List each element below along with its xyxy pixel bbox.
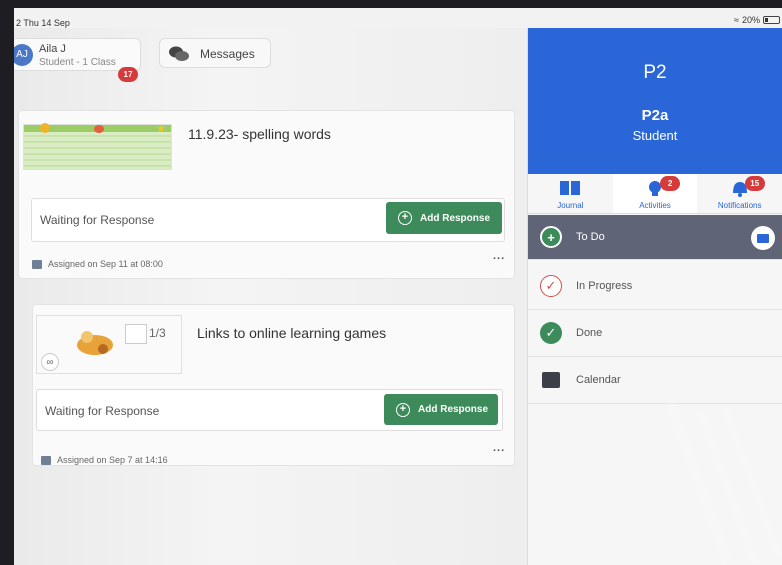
user-name: Aila J bbox=[39, 43, 66, 55]
star-icon: ★ bbox=[156, 123, 166, 135]
tab-journal-label: Journal bbox=[557, 201, 584, 210]
messages-button[interactable]: Messages bbox=[159, 38, 271, 68]
feed-top-bar: AJ Aila J Student - 1 Class 17 Messages bbox=[14, 28, 527, 82]
plus-circle-icon: + bbox=[540, 226, 562, 248]
add-response-button[interactable]: + Add Response bbox=[384, 394, 498, 425]
book-icon bbox=[560, 181, 581, 195]
response-row: Waiting for Response + Add Response bbox=[31, 198, 505, 242]
status-right: ≈ 20% bbox=[734, 15, 780, 25]
menu-item-todo[interactable]: + To Do bbox=[528, 215, 782, 260]
class-tab-bar: Journal 2 Activities 15 Notifications bbox=[528, 174, 782, 214]
assigned-text: Assigned on Sep 11 at 08:00 bbox=[48, 259, 163, 269]
status-bar: 2 Thu 14 Sep ≈ 20% bbox=[14, 8, 782, 28]
class-role: Student bbox=[632, 128, 678, 143]
calendar-icon bbox=[542, 372, 560, 388]
assigned-date: Assigned on Sep 11 at 08:00 bbox=[32, 259, 163, 269]
class-header: P2 P2a Student bbox=[528, 28, 782, 174]
folder-icon[interactable] bbox=[751, 226, 775, 250]
plus-icon: + bbox=[398, 211, 412, 225]
more-options-button[interactable]: ... bbox=[493, 442, 505, 454]
activities-badge: 2 bbox=[660, 176, 681, 191]
add-response-label: Add Response bbox=[420, 212, 491, 224]
user-notification-badge: 17 bbox=[118, 67, 138, 82]
response-row: Waiting for Response + Add Response bbox=[36, 389, 503, 431]
activity-title[interactable]: Links to online learning games bbox=[197, 325, 386, 341]
class-name: P2a bbox=[641, 107, 669, 124]
thumbnail-counter: 1/3 bbox=[149, 326, 166, 340]
menu-item-label: To Do bbox=[576, 231, 605, 243]
class-panel: P2 P2a Student Journal 2 Activities 15 N… bbox=[527, 28, 782, 565]
menu-item-label: Done bbox=[576, 327, 603, 339]
chat-bubbles-icon bbox=[169, 46, 189, 61]
check-outline-icon: ✓ bbox=[540, 275, 562, 297]
tab-activities-label: Activities bbox=[639, 201, 671, 210]
spelling-worksheet-thumbnail[interactable]: ★ bbox=[23, 123, 172, 170]
menu-item-label: Calendar bbox=[576, 374, 621, 386]
calendar-icon bbox=[41, 455, 51, 465]
app-screen: 2 Thu 14 Sep ≈ 20% AJ Aila J Student - 1… bbox=[14, 8, 782, 565]
menu-item-calendar[interactable]: Calendar bbox=[528, 357, 782, 404]
response-status: Waiting for Response bbox=[45, 404, 160, 418]
messages-label: Messages bbox=[200, 47, 255, 61]
add-response-button[interactable]: + Add Response bbox=[386, 202, 502, 234]
assigned-date: Assigned on Sep 7 at 14:16 bbox=[41, 455, 168, 465]
apple-icon bbox=[94, 125, 104, 133]
battery-icon bbox=[763, 16, 780, 24]
activity-title[interactable]: 11.9.23- spelling words bbox=[188, 126, 331, 142]
status-time: 2 Thu 14 Sep bbox=[16, 18, 70, 28]
activity-card[interactable]: 1/3 ∞ Links to online learning games Wai… bbox=[32, 304, 515, 466]
tab-activities[interactable]: 2 Activities bbox=[612, 174, 698, 213]
tab-notifications[interactable]: 15 Notifications bbox=[697, 174, 782, 213]
games-link-thumbnail[interactable]: 1/3 ∞ bbox=[36, 315, 182, 374]
menu-item-label: In Progress bbox=[576, 280, 633, 292]
check-filled-icon: ✓ bbox=[540, 322, 562, 344]
more-options-button[interactable]: ... bbox=[493, 250, 505, 262]
user-role: Student - 1 Class bbox=[39, 57, 116, 68]
link-page-preview bbox=[125, 324, 147, 344]
avatar: AJ bbox=[14, 44, 33, 66]
wifi-icon: ≈ bbox=[734, 15, 739, 25]
add-response-label: Add Response bbox=[418, 404, 489, 415]
calendar-icon bbox=[32, 259, 42, 269]
response-status: Waiting for Response bbox=[40, 213, 155, 227]
assigned-text: Assigned on Sep 7 at 14:16 bbox=[57, 455, 168, 465]
class-code: P2 bbox=[643, 62, 667, 83]
feed-pane: AJ Aila J Student - 1 Class 17 Messages … bbox=[14, 28, 527, 565]
user-switcher[interactable]: AJ Aila J Student - 1 Class 17 bbox=[14, 38, 141, 82]
activity-card[interactable]: ★ 11.9.23- spelling words Waiting for Re… bbox=[18, 110, 515, 279]
sun-icon bbox=[40, 123, 50, 133]
tab-journal[interactable]: Journal bbox=[528, 174, 613, 213]
menu-item-in-progress[interactable]: ✓ In Progress bbox=[528, 263, 782, 310]
link-icon[interactable]: ∞ bbox=[41, 353, 59, 371]
battery-level: 20% bbox=[741, 15, 760, 25]
cartoon-character-icon bbox=[77, 331, 113, 355]
plus-icon: + bbox=[396, 402, 410, 417]
notifications-badge: 15 bbox=[744, 176, 765, 191]
menu-item-done[interactable]: ✓ Done bbox=[528, 310, 782, 357]
tab-notifications-label: Notifications bbox=[717, 201, 762, 210]
